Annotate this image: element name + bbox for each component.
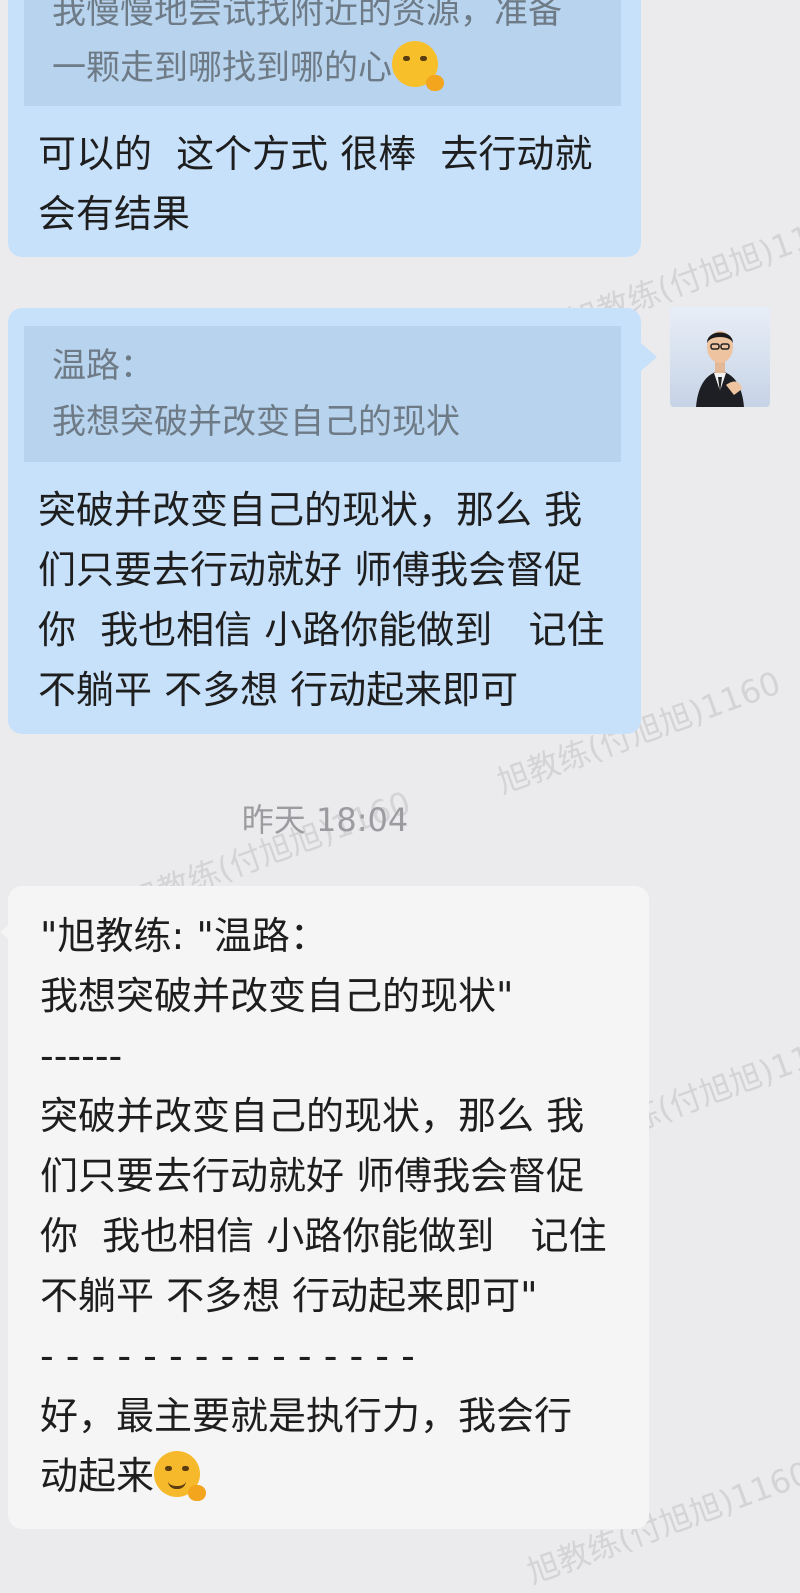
message-text: 可以的 这个方式 很棒 去行动就 会有结果 — [38, 132, 593, 236]
determined-face-emoji — [154, 1451, 207, 1501]
quote-line: 我慢慢地尝试找附近的资源，准备 — [52, 0, 562, 32]
message-bubble-3[interactable]: "旭教练: "温路： 我想突破并改变自己的现状" ------ 突破并改变自己的… — [8, 886, 649, 1529]
message-timestamp: 昨天 18:04 — [241, 801, 409, 839]
bubble-tail — [641, 343, 657, 371]
coach-avatar[interactable] — [670, 307, 770, 407]
quoted-message[interactable]: 我慢慢地尝试找附近的资源，准备 一颗走到哪找到哪的心 — [24, 0, 621, 106]
message-text: "旭教练: "温路： 我想突破并改变自己的现状" ------ 突破并改变自己的… — [40, 906, 606, 1506]
message-text: 突破并改变自己的现状，那么 我 们只要去行动就好 师傅我会督促 你 我也相信 小… — [38, 488, 605, 712]
quote-line: 一颗走到哪找到哪的心 — [52, 40, 593, 96]
quote-sender: 温路： — [52, 346, 154, 386]
message-bubble-2[interactable]: 温路： 我想突破并改变自己的现状 突破并改变自己的现状，那么 我 们只要去行动就… — [8, 308, 641, 734]
quote-line: 我想突破并改变自己的现状 — [52, 402, 460, 442]
message-bubble-1[interactable]: 我慢慢地尝试找附近的资源，准备 一颗走到哪找到哪的心 可以的 这个方式 很棒 去… — [8, 0, 641, 257]
quoted-message[interactable]: 温路： 我想突破并改变自己的现状 — [24, 326, 621, 462]
thinking-face-emoji — [392, 41, 444, 91]
